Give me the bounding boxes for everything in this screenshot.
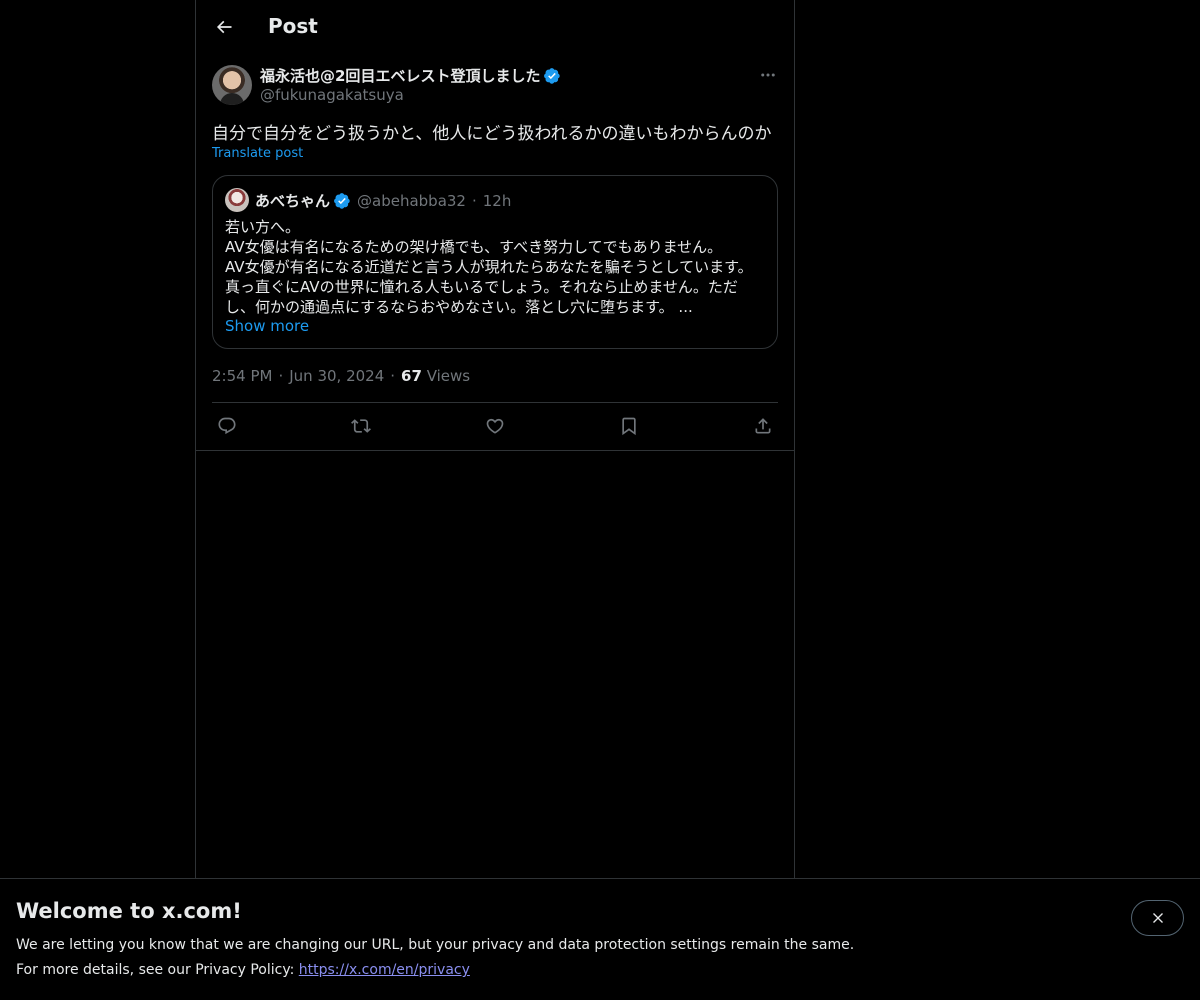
quote-line: し、何かの通過点にするならおやめなさい。落とし穴に堕ちます。 ... (225, 298, 693, 316)
close-banner-button[interactable] (1131, 900, 1184, 936)
post-text: 自分で自分をどう扱うかと、他人にどう扱われるかの違いもわからんのか (212, 124, 772, 144)
header: Post (196, 0, 794, 54)
quote-meta: あべちゃん @abehabba32 · 12h (255, 190, 511, 211)
quote-line: AV女優が有名になる近道だと言う人が現れたらあなたを騙そうとしています。 (225, 258, 753, 276)
more-options-button[interactable] (756, 64, 780, 86)
verified-badge-icon (544, 67, 561, 84)
repost-icon (351, 419, 371, 433)
separator-dot: · (471, 191, 477, 210)
divider (196, 450, 794, 451)
post-date[interactable]: Jun 30, 2024 (289, 367, 384, 385)
close-icon (1152, 913, 1163, 923)
back-button[interactable] (208, 11, 240, 43)
quoted-post[interactable]: あべちゃん @abehabba32 · 12h 若い方へ。 AV女優は有名になる… (212, 175, 778, 349)
banner-title: Welcome to x.com! (16, 899, 242, 923)
bookmark-icon (622, 417, 636, 436)
reply-icon (218, 417, 236, 435)
quote-avatar (225, 188, 249, 212)
repost-button[interactable] (346, 412, 376, 440)
arrow-left-icon (216, 20, 232, 34)
banner-details: For more details, see our Privacy Policy… (16, 962, 470, 978)
post-column: Post 福永活也@2回目エベレスト登頂しました @fukunagakatsuy… (195, 0, 795, 878)
quote-line: 真っ直ぐにAVの世界に憧れる人もいるでしょう。それなら止めません。ただ (225, 278, 738, 296)
like-icon (486, 418, 504, 434)
like-button[interactable] (480, 412, 510, 440)
author-name-row[interactable]: 福永活也@2回目エベレスト登頂しました (260, 65, 561, 86)
views-label: Views (426, 367, 471, 385)
author-name[interactable]: 福永活也@2回目エベレスト登頂しました (260, 65, 540, 86)
privacy-policy-link[interactable]: https://x.com/en/privacy (299, 962, 470, 978)
show-more-link[interactable]: Show more (225, 317, 309, 335)
quote-author-name: あべちゃん (255, 192, 331, 210)
views-count: 67 (401, 367, 422, 385)
separator-dot: · (390, 367, 396, 385)
quote-text: 若い方へ。 AV女優は有名になるための架け橋でも、すべき努力してでもありません。… (225, 217, 765, 317)
page-title: Post (268, 14, 318, 38)
quote-line: 若い方へ。 (225, 218, 301, 236)
verified-badge-icon (334, 192, 350, 209)
action-bar (212, 412, 778, 440)
post-time[interactable]: 2:54 PM (212, 367, 272, 385)
divider (212, 402, 778, 403)
separator-dot: · (278, 367, 284, 385)
quote-timestamp: 12h (482, 191, 512, 210)
more-dots-icon (761, 73, 775, 77)
url-change-banner: Welcome to x.com! We are letting you kno… (0, 878, 1200, 1000)
share-button[interactable] (748, 412, 778, 440)
bookmark-button[interactable] (614, 412, 644, 440)
avatar[interactable] (212, 65, 252, 105)
reply-button[interactable] (212, 412, 242, 440)
author-handle[interactable]: @fukunagakatsuya (260, 86, 404, 104)
quote-line: AV女優は有名になるための架け橋でも、すべき努力してでもありません。 (225, 238, 723, 256)
banner-message: We are letting you know that we are chan… (16, 937, 855, 953)
translate-post-link[interactable]: Translate post (212, 146, 303, 161)
quote-author-handle: @abehabba32 (357, 191, 466, 210)
banner-details-text: For more details, see our Privacy Policy… (16, 962, 299, 978)
share-icon (755, 418, 771, 434)
post-meta: 2:54 PM · Jun 30, 2024 · 67 Views (212, 367, 470, 385)
